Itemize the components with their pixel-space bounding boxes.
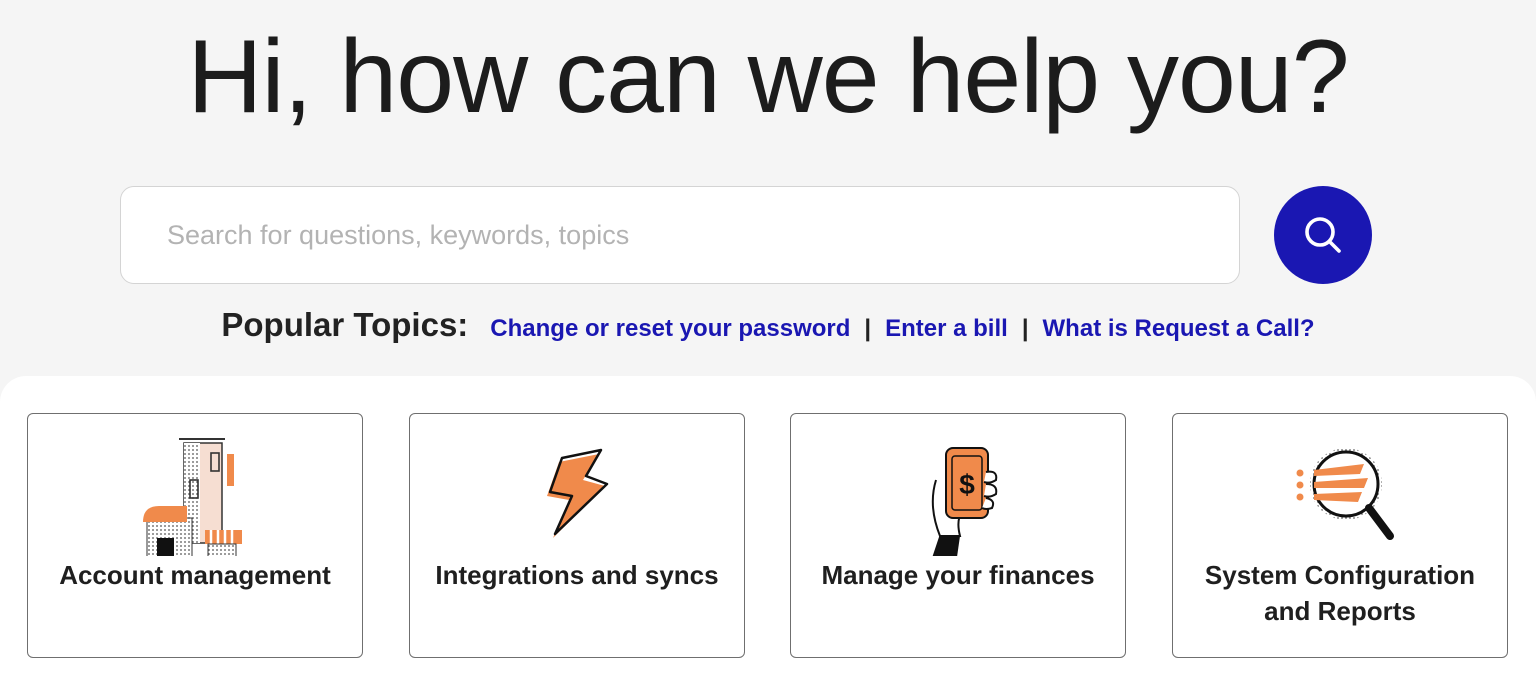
popular-topics: Popular Topics: Change or reset your pas… [0,306,1536,344]
topic-link-request-call[interactable]: What is Request a Call? [1043,315,1315,343]
category-card-integrations[interactable]: Integrations and syncs [409,413,745,658]
category-label: System Configuration and Reports [1204,560,1476,626]
topic-link-reset-password[interactable]: Change or reset your password [490,315,850,343]
category-label: Account management [59,560,331,590]
page-title: Hi, how can we help you? [187,19,1349,135]
lightning-icon [547,448,609,538]
popular-topics-label: Popular Topics: [221,306,469,343]
category-label: Integrations and syncs [435,560,719,590]
category-label: Manage your finances [821,560,1095,590]
phone-dollar-icon: $ [931,447,998,556]
category-card-account-management[interactable]: Account management [27,413,363,658]
category-card-system-configuration[interactable]: System Configuration and Reports [1172,413,1508,658]
search-box[interactable] [120,186,1240,284]
building-icon [143,438,242,556]
search-icon [1305,217,1341,253]
search-input[interactable] [121,187,1239,283]
topic-separator: | [1021,315,1029,342]
topic-link-enter-bill[interactable]: Enter a bill [885,315,1008,343]
search-button[interactable] [1274,186,1372,284]
magnifier-report-icon [1296,448,1394,540]
svg-text:$: $ [959,469,975,500]
topic-separator: | [864,315,872,342]
category-card-finances[interactable]: $ Manage your finances [790,413,1126,658]
